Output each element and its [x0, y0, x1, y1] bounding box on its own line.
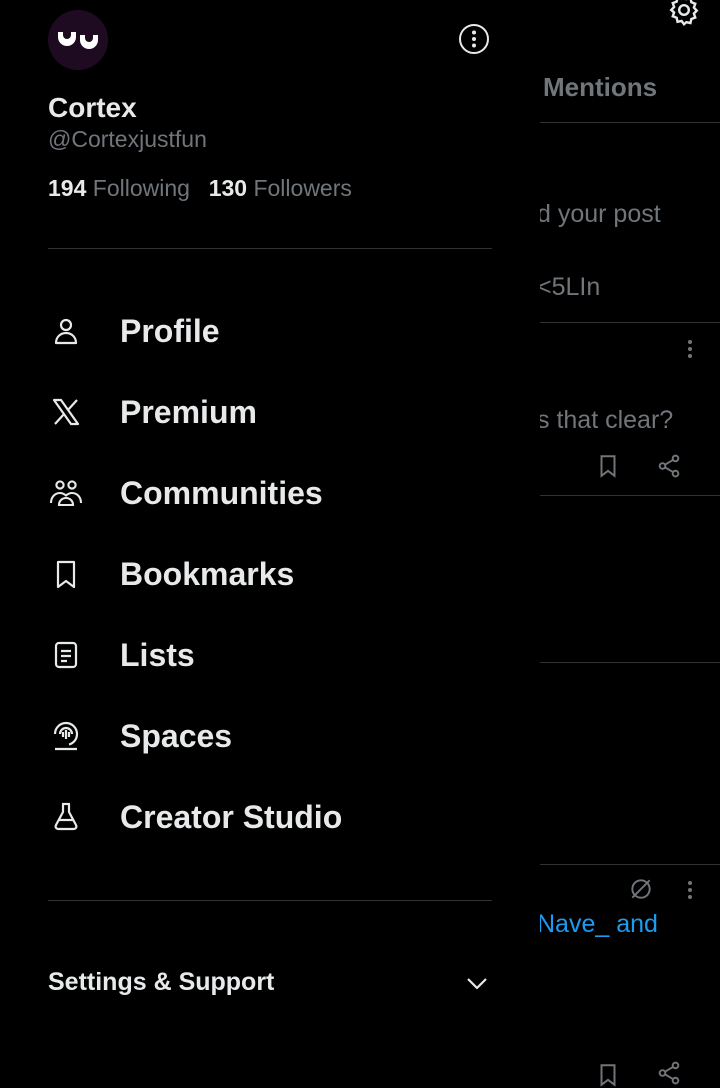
following-link[interactable]: 194 Following	[48, 175, 196, 201]
more-options-button[interactable]	[458, 23, 490, 55]
navigation-drawer: Cortex @Cortexjustfun 194 Following 130 …	[0, 0, 540, 1075]
bookmark-icon[interactable]	[595, 453, 621, 479]
followers-count: 130	[208, 175, 248, 201]
menu-label: Profile	[120, 312, 220, 349]
menu-item-lists[interactable]: Lists	[48, 625, 492, 685]
menu-label: Creator Studio	[120, 798, 343, 835]
chevron-down-icon	[467, 978, 487, 990]
menu-item-bookmarks[interactable]: Bookmarks	[48, 544, 492, 604]
bookmark-icon	[48, 556, 84, 592]
menu-label: Premium	[120, 393, 257, 430]
more-options-icon[interactable]	[687, 338, 693, 362]
divider	[48, 900, 492, 901]
divider	[540, 122, 720, 123]
follow-stats: 194 Following 130 Followers	[48, 175, 352, 202]
bookmark-icon[interactable]	[595, 1062, 621, 1088]
following-label: Following	[92, 175, 190, 201]
notification-snippet: <5LIn	[537, 273, 601, 301]
more-options-icon[interactable]	[687, 879, 693, 903]
flask-icon	[48, 799, 84, 835]
not-interested-icon[interactable]	[628, 876, 654, 902]
menu-label: Communities	[120, 474, 323, 511]
followers-link[interactable]: 130 Followers	[209, 175, 352, 201]
tab-mentions[interactable]: Mentions	[543, 72, 657, 103]
display-name[interactable]: Cortex	[48, 92, 137, 124]
x-logo-icon	[48, 394, 84, 430]
menu-item-creator-studio[interactable]: Creator Studio	[48, 787, 492, 847]
share-icon[interactable]	[656, 1060, 682, 1086]
communities-icon	[48, 475, 84, 511]
menu-label: Bookmarks	[120, 555, 295, 592]
avatar-eye	[80, 35, 98, 49]
menu-label: Lists	[120, 636, 195, 673]
divider	[540, 662, 720, 663]
menu-item-spaces[interactable]: Spaces	[48, 706, 492, 766]
notification-snippet: s that clear?	[537, 406, 674, 434]
settings-support-label: Settings & Support	[48, 967, 275, 996]
menu-label: Spaces	[120, 717, 233, 754]
spaces-icon	[48, 718, 84, 754]
person-icon	[48, 313, 84, 349]
followers-label: Followers	[253, 175, 352, 201]
notification-snippet: d your post	[537, 200, 661, 228]
settings-gear-icon[interactable]	[666, 0, 702, 28]
divider	[540, 495, 720, 496]
avatar-eye	[58, 32, 76, 46]
following-count: 194	[48, 175, 87, 201]
divider	[540, 864, 720, 865]
menu-item-communities[interactable]: Communities	[48, 463, 492, 523]
avatar[interactable]	[48, 10, 108, 70]
divider	[48, 248, 492, 249]
divider	[540, 322, 720, 323]
user-handle: @Cortexjustfun	[48, 126, 207, 152]
settings-support-toggle[interactable]: Settings & Support	[48, 960, 492, 1004]
share-icon[interactable]	[656, 453, 682, 479]
menu-item-premium[interactable]: Premium	[48, 382, 492, 442]
list-icon	[48, 637, 84, 673]
menu-item-profile[interactable]: Profile	[48, 301, 492, 361]
notification-link-snippet[interactable]: Nave_ and	[537, 910, 658, 939]
